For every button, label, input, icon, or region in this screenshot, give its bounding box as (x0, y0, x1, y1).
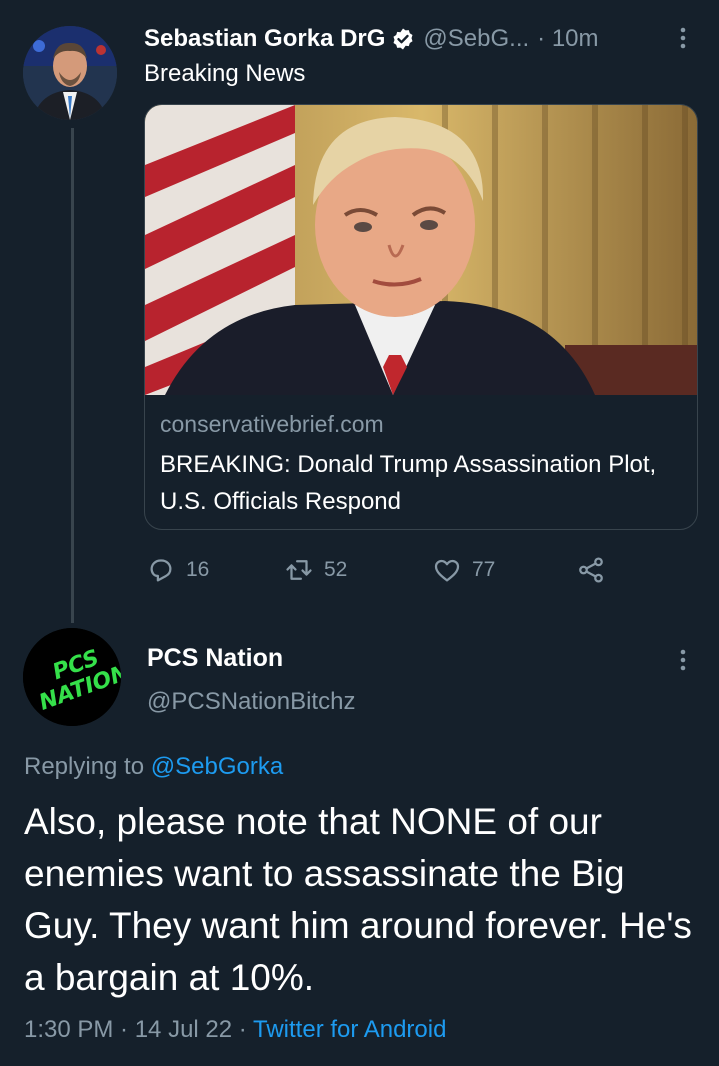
reply-button[interactable]: 16 (146, 552, 209, 588)
card-image (145, 105, 697, 395)
like-icon (434, 559, 460, 582)
tweet-actions: 16 52 77 (146, 552, 616, 588)
reply-count: 16 (186, 558, 210, 581)
link-card[interactable]: conservativebrief.com BREAKING: Donald T… (144, 104, 698, 530)
card-body: conservativebrief.com BREAKING: Donald T… (160, 411, 690, 520)
share-icon (579, 557, 603, 583)
reply-author-handle[interactable]: @PCSNationBitchz (147, 688, 355, 716)
like-button[interactable]: 77 (432, 552, 495, 588)
card-domain: conservativebrief.com (160, 411, 384, 437)
more-options-icon[interactable] (673, 645, 693, 675)
retweet-button[interactable]: 52 (284, 552, 347, 588)
author-avatar[interactable] (23, 26, 117, 120)
author-handle[interactable]: @SebG... (423, 25, 529, 53)
replying-to: Replying to @SebGorka (24, 753, 283, 781)
reply-text: Also, please note that NONE of our enemi… (24, 801, 692, 998)
retweet-count: 52 (324, 558, 348, 581)
like-count: 77 (472, 558, 496, 581)
reply-icon (150, 559, 172, 582)
thread-line (71, 128, 74, 623)
source-link[interactable]: Twitter for Android (253, 1016, 446, 1043)
reply-author-name[interactable]: PCS Nation (147, 644, 283, 673)
tweet-time[interactable]: · 10m (537, 25, 598, 53)
tweet-text: Breaking News (144, 60, 306, 87)
tweet-meta: 1:30 PM · 14 Jul 22 · Twitter for Androi… (24, 1016, 446, 1044)
replying-to-label: Replying to (24, 753, 145, 780)
tweet-header: Sebastian Gorka DrG @SebG... · 10m (144, 22, 704, 56)
card-title: BREAKING: Donald Trump Assassination Plo… (160, 451, 657, 515)
retweet-icon (286, 560, 312, 580)
mention-link[interactable]: @SebGorka (151, 753, 283, 780)
reply-author-avatar[interactable]: PCS NATION (23, 628, 121, 726)
share-button[interactable] (576, 552, 606, 588)
timestamp[interactable]: 1:30 PM · 14 Jul 22 · (24, 1016, 247, 1043)
verified-badge-icon (391, 27, 415, 51)
author-name[interactable]: Sebastian Gorka DrG (144, 25, 385, 53)
more-options-icon[interactable] (673, 24, 693, 52)
